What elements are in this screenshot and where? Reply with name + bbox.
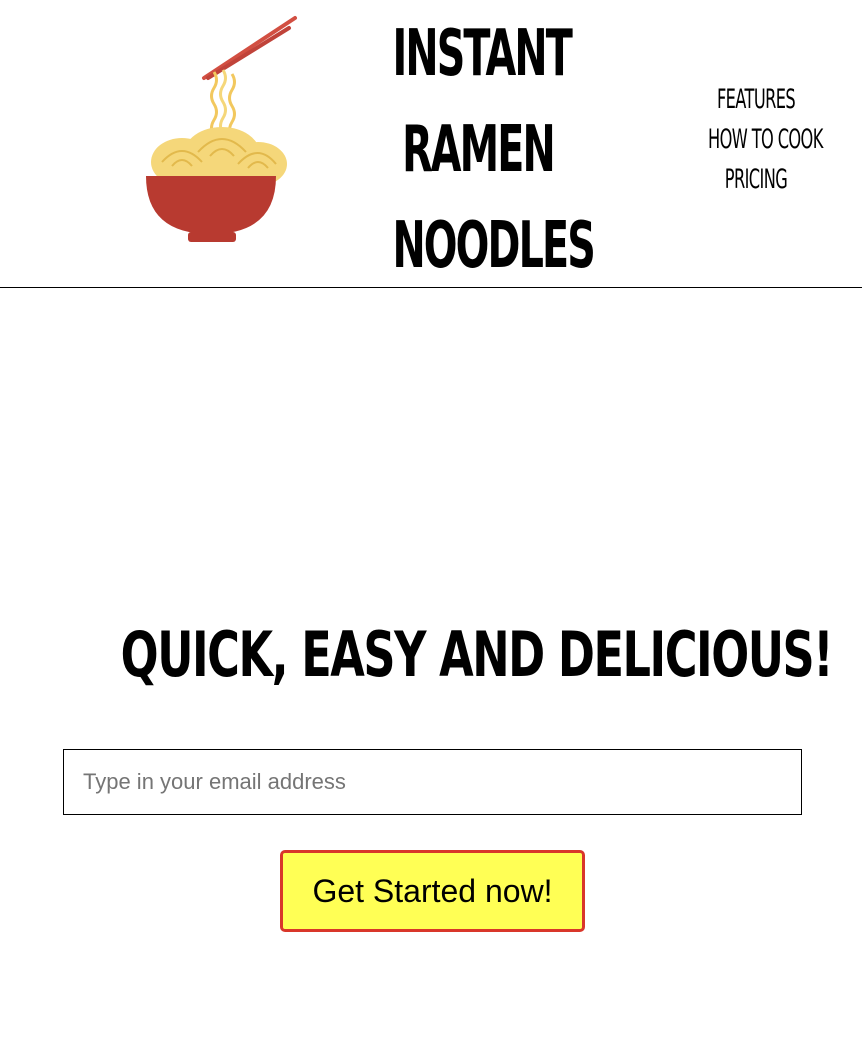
nav-link-pricing[interactable]: PRICING: [708, 160, 804, 200]
brand-title-line: NOODLES: [392, 209, 595, 283]
main-nav: FEATURES HOW TO COOK PRICING: [676, 80, 836, 200]
site-header: INSTANT RAMEN NOODLES FEATURES HOW TO CO…: [0, 0, 862, 288]
email-input[interactable]: [63, 749, 802, 815]
hero-title: QUICK, EASY AND DELICIOUS!: [120, 618, 834, 691]
brand-title-line: RAMEN: [402, 113, 556, 187]
ramen-bowl-logo-icon: [146, 16, 297, 242]
nav-link-features[interactable]: FEATURES: [708, 80, 804, 120]
get-started-button[interactable]: Get Started now!: [280, 850, 585, 932]
nav-link-how-to-cook[interactable]: HOW TO COOK: [708, 120, 823, 160]
brand-title-line: INSTANT: [392, 17, 572, 91]
brand-title: INSTANT RAMEN NOODLES: [340, 6, 616, 294]
